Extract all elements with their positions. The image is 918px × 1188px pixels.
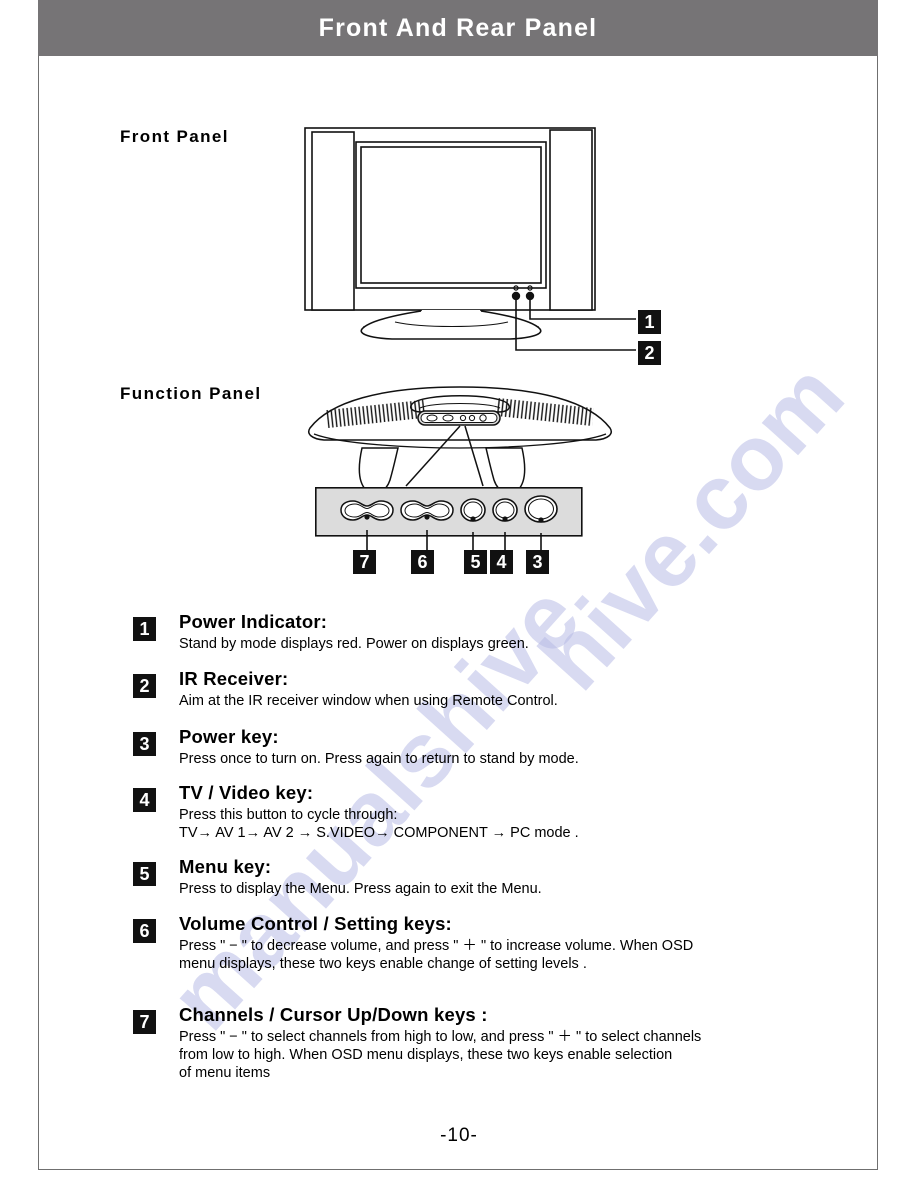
legend-title-2: IR Receiver: bbox=[179, 668, 289, 689]
callout-badge-6: 6 bbox=[411, 550, 434, 574]
legend-badge-2: 2 bbox=[133, 674, 156, 698]
legend-line-1-0: Stand by mode displays red. Power on dis… bbox=[179, 636, 529, 652]
legend-title-3: Power key: bbox=[179, 726, 279, 747]
function-panel-heading: Function Panel bbox=[120, 384, 262, 403]
legend-line-7-2: of menu items bbox=[179, 1065, 271, 1081]
callout-badge-3: 3 bbox=[526, 550, 549, 574]
legend-badge-6: 6 bbox=[133, 919, 156, 943]
page-number: -10- bbox=[440, 1125, 478, 1146]
legend-title-1: Power Indicator: bbox=[179, 611, 328, 632]
legend-badge-7: 7 bbox=[133, 1010, 156, 1034]
callout-badge-4: 4 bbox=[490, 550, 513, 574]
legend-badge-5: 5 bbox=[133, 862, 156, 886]
legend-line-6-1: menu displays, these two keys enable cha… bbox=[179, 956, 587, 972]
ir-receiver-window bbox=[525, 291, 535, 301]
power-indicator-led bbox=[511, 291, 521, 301]
legend-title-6: Volume Control / Setting keys: bbox=[179, 913, 452, 934]
callout-badge-2: 2 bbox=[638, 341, 661, 365]
legend-badge-4: 4 bbox=[133, 788, 156, 812]
legend-title-4: TV / Video key: bbox=[179, 782, 314, 803]
front-panel-illustration bbox=[304, 127, 636, 351]
legend-line-4-1: TV→ AV 1→ AV 2 → S.VIDEO→ COMPONENT → PC… bbox=[179, 825, 579, 841]
front-panel-heading: Front Panel bbox=[120, 127, 229, 146]
legend-title-7: Channels / Cursor Up/Down keys : bbox=[179, 1004, 488, 1025]
callout-badge-5: 5 bbox=[464, 550, 487, 574]
legend-line-6-0: Press " − " to decrease volume, and pres… bbox=[179, 938, 694, 954]
legend-line-7-1: from low to high. When OSD menu displays… bbox=[179, 1047, 673, 1063]
control-strip bbox=[417, 410, 501, 426]
legend-line-3-0: Press once to turn on. Press again to re… bbox=[179, 751, 579, 767]
legend-badge-3: 3 bbox=[133, 732, 156, 756]
legend-line-7-0: Press " − " to select channels from high… bbox=[179, 1029, 702, 1045]
callout-badge-1: 1 bbox=[638, 310, 661, 334]
legend-title-5: Menu key: bbox=[179, 856, 272, 877]
legend-line-2-0: Aim at the IR receiver window when using… bbox=[179, 693, 558, 709]
callout-badge-7: 7 bbox=[353, 550, 376, 574]
legend-line-5-0: Press to display the Menu. Press again t… bbox=[179, 881, 542, 897]
legend-line-4-0: Press this button to cycle through: bbox=[179, 807, 398, 823]
legend-badge-1: 1 bbox=[133, 617, 156, 641]
